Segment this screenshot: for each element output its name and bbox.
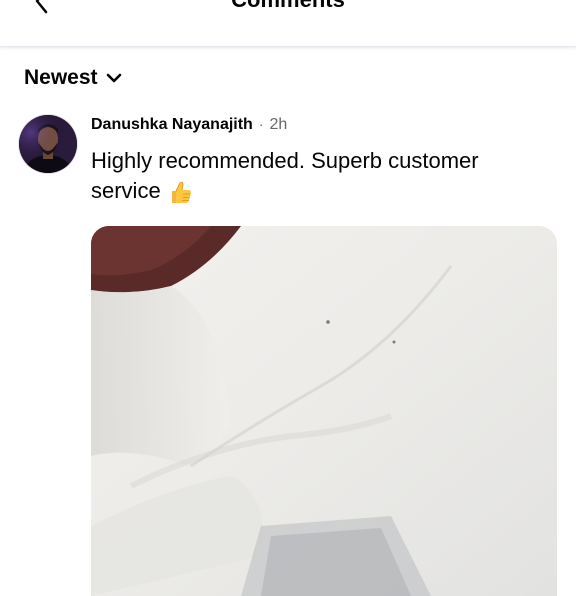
- avatar-image: [19, 115, 77, 173]
- separator-dot: ·: [258, 116, 264, 132]
- comment-timestamp[interactable]: 2h: [270, 116, 288, 134]
- thumbs-up-emoji-icon: [171, 181, 191, 204]
- page-title: Comments: [0, 0, 576, 13]
- comment-text: Highly recommended. Superb customer serv…: [91, 148, 479, 203]
- comment-header: Danushka Nayanajith · 2h: [91, 116, 287, 134]
- sort-label: Newest: [24, 66, 98, 89]
- chevron-down-icon: [106, 73, 121, 83]
- top-bar: Comments: [0, 0, 576, 47]
- comment-photo[interactable]: [91, 226, 557, 596]
- sort-dropdown[interactable]: Newest: [24, 66, 122, 90]
- avatar[interactable]: [19, 115, 77, 173]
- photo-image: [91, 226, 557, 596]
- comment-author[interactable]: Danushka Nayanajith: [91, 116, 253, 134]
- comment-body: Highly recommended. Superb customer serv…: [91, 146, 551, 206]
